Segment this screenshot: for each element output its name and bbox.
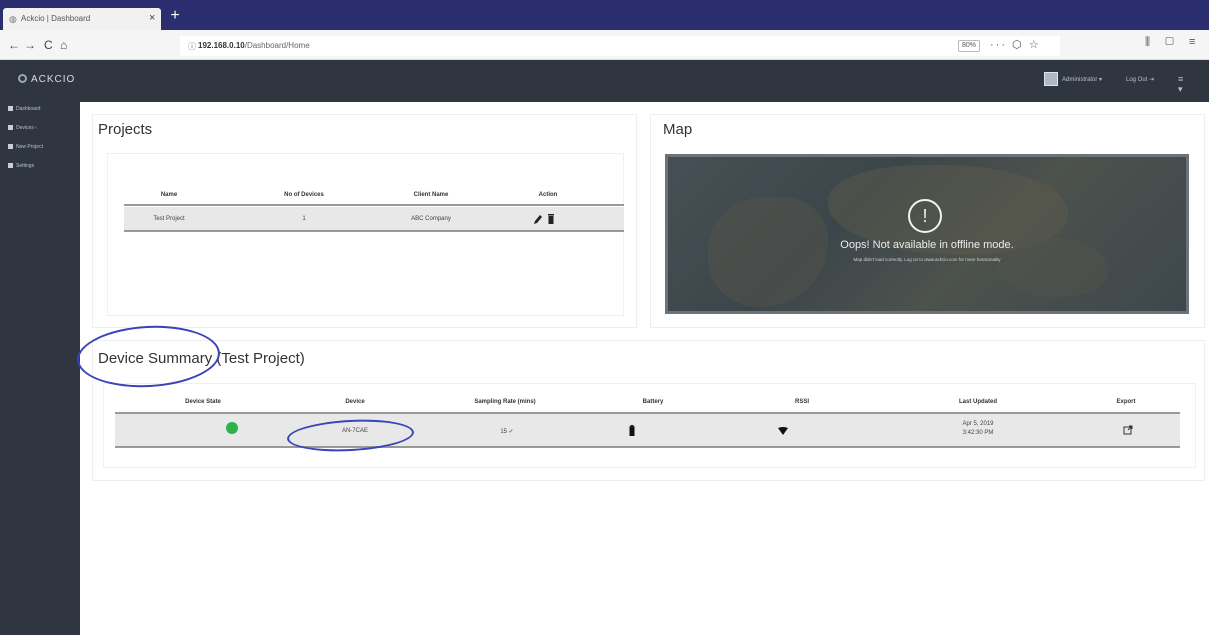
sidebar-item-dashboard[interactable]: Dashboard	[8, 106, 40, 112]
project-name-cell[interactable]: Test Project	[134, 216, 204, 222]
signal-icon	[778, 427, 788, 435]
col-battery: Battery	[642, 399, 664, 405]
sidebar-item-settings[interactable]: Settings	[8, 163, 34, 169]
user-menu[interactable]: Administrator ▾	[1062, 76, 1102, 83]
device-summary-card: Device Summary (Test Project) Device Sta…	[92, 340, 1205, 481]
info-icon: ⓘ	[188, 42, 196, 51]
map-view[interactable]: ! Oops! Not available in offline mode. M…	[665, 154, 1189, 314]
logo-icon	[18, 74, 27, 83]
url-text: 192.168.0.10/Dashboard/Home	[198, 41, 310, 50]
app-header: ACKCIO Administrator ▾ Log Out ⇥ ≡ ▾	[0, 60, 1209, 102]
col-no-of-devices: No of Devices	[284, 192, 324, 198]
browser-menu-icons[interactable]: ⫼ ▢ ≡	[1145, 36, 1201, 49]
delete-icon[interactable]	[547, 213, 555, 225]
col-client-name: Client Name	[413, 192, 449, 198]
browser-tab-strip: ◍ Ackcio | Dashboard × +	[0, 0, 1209, 30]
device-state-indicator	[226, 422, 238, 434]
map-card: Map ! Oops! Not available in offline mod…	[650, 114, 1205, 328]
col-name: Name	[160, 192, 178, 198]
projects-card: Projects Name No of Devices Client Name …	[92, 114, 637, 328]
map-offline-message: Oops! Not available in offline mode.	[840, 239, 1014, 251]
devices-icon	[8, 125, 13, 130]
col-device-state: Device State	[185, 399, 221, 405]
client-name-cell: ABC Company	[411, 216, 451, 222]
warning-icon: !	[908, 199, 942, 233]
col-sampling-rate: Sampling Rate (mins)	[474, 399, 536, 405]
battery-icon	[629, 425, 635, 436]
export-icon[interactable]	[1123, 425, 1133, 435]
back-icon[interactable]: ←	[8, 38, 20, 52]
new-project-icon	[8, 144, 13, 149]
sidebar-item-new-project[interactable]: New Project	[8, 144, 43, 150]
last-updated-time: 3:42:30 PM	[962, 430, 994, 436]
edit-icon[interactable]	[533, 213, 543, 225]
map-offline-submessage: Map didn't load correctly. Log on to www…	[853, 257, 1001, 262]
reload-icon[interactable]: C	[44, 38, 53, 52]
col-device: Device	[345, 399, 365, 405]
col-export: Export	[1116, 399, 1136, 405]
sampling-rate-cell[interactable]: 15 ✓	[452, 428, 562, 435]
page-actions-icon[interactable]: ··· ⬡ ☆	[990, 38, 1041, 51]
main-content: Projects Name No of Devices Client Name …	[80, 102, 1209, 635]
browser-tab[interactable]: ◍ Ackcio | Dashboard ×	[3, 8, 161, 30]
sidebar-item-devices[interactable]: Devices ‹	[8, 125, 37, 131]
sidebar: Dashboard Devices ‹ New Project Settings	[0, 102, 80, 635]
col-action: Action	[538, 192, 558, 198]
projects-title: Projects	[98, 121, 153, 138]
table-row[interactable]: Test Project 1 ABC Company	[124, 207, 624, 232]
settings-icon	[8, 163, 13, 168]
map-overlay	[668, 157, 1186, 311]
map-title: Map	[663, 121, 693, 138]
table-row[interactable]: AN-7CAE 15 ✓ Apr 5, 2019 3:42:30 PM	[115, 414, 1180, 448]
action-cell	[533, 213, 563, 225]
home-icon[interactable]: ⌂	[60, 38, 67, 52]
projects-table: Name No of Devices Client Name Action Te…	[107, 153, 624, 316]
brand-logo[interactable]: ACKCIO	[18, 74, 75, 85]
col-rssi: RSSI	[794, 399, 809, 405]
device-count-cell: 1	[302, 216, 306, 222]
favicon-icon: ◍	[9, 14, 17, 24]
forward-icon[interactable]: →	[24, 38, 36, 52]
last-updated-date: Apr 5, 2019	[962, 421, 994, 427]
browser-toolbar: ← → C ⌂ ⓘ 192.168.0.10/Dashboard/Home 80…	[0, 30, 1209, 60]
col-last-updated: Last Updated	[958, 399, 997, 405]
avatar[interactable]	[1044, 72, 1058, 86]
new-tab-button[interactable]: +	[166, 7, 184, 25]
logout-link[interactable]: Log Out ⇥	[1126, 76, 1154, 83]
hamburger-icon[interactable]: ≡ ▾	[1178, 74, 1183, 95]
tab-title: Ackcio | Dashboard	[21, 14, 91, 23]
address-bar[interactable]: ⓘ 192.168.0.10/Dashboard/Home 80% ··· ⬡ …	[180, 36, 1060, 56]
zoom-indicator[interactable]: 80%	[958, 40, 980, 52]
close-tab-icon[interactable]: ×	[149, 12, 155, 24]
table-header-divider	[124, 204, 624, 206]
device-summary-project: (Test Project)	[216, 350, 305, 367]
dashboard-icon	[8, 106, 13, 111]
